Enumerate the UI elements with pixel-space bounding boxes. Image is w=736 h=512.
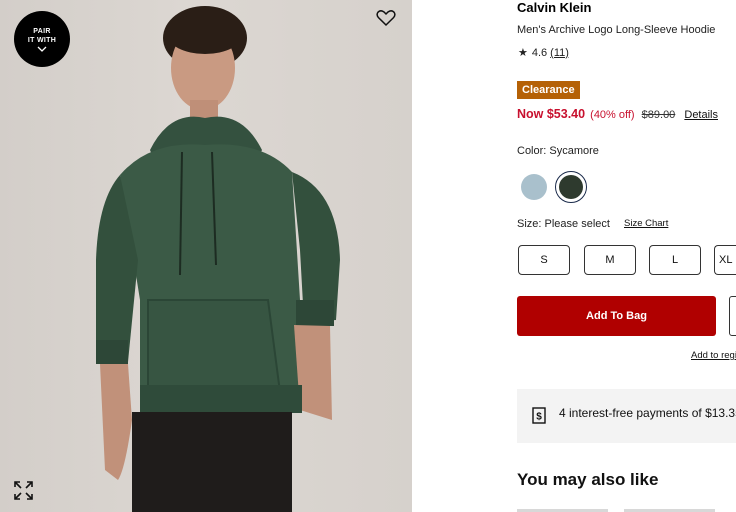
size-option-s[interactable]: S — [518, 245, 570, 275]
recommendations-heading: You may also like — [517, 470, 659, 489]
price-row: Now $53.40 (40% off) $89.00 Details — [517, 107, 718, 121]
rating-value: 4.6 — [531, 46, 548, 59]
price-details-link[interactable]: Details — [684, 109, 718, 121]
add-to-registry-link[interactable]: Add to registry — [691, 350, 736, 361]
star-icon: ★ — [518, 47, 528, 59]
wishlist-button[interactable] — [729, 296, 736, 336]
product-image[interactable]: PAIR IT WITH — [0, 0, 412, 512]
discount-percent: (40% off) — [590, 109, 635, 121]
chevron-down-icon — [37, 46, 47, 52]
model-illustration — [96, 6, 340, 512]
installment-text: 4 interest-free payments of $13.35 — [559, 406, 736, 420]
product-title: Men's Archive Logo Long-Sleeve Hoodie — [517, 24, 716, 36]
brand-name[interactable]: Calvin Klein — [517, 0, 591, 15]
color-swatch-sycamore[interactable] — [559, 175, 583, 199]
product-rating[interactable]: ★ 4.6 (11) — [518, 46, 569, 60]
review-count-link[interactable]: (11) — [550, 47, 569, 59]
heart-icon[interactable] — [376, 9, 396, 27]
size-option-l[interactable]: L — [649, 245, 701, 275]
size-option-xl[interactable]: XL — [714, 245, 736, 275]
color-label: Color: Sycamore — [517, 145, 599, 157]
expand-icon[interactable] — [14, 481, 33, 500]
original-price: $89.00 — [641, 109, 676, 121]
dollar-sign-icon: $ — [532, 407, 546, 424]
size-chart-link[interactable]: Size Chart — [624, 218, 668, 229]
sale-price: Now $53.40 — [517, 107, 586, 121]
color-swatch-light-blue[interactable] — [521, 174, 547, 200]
size-option-m[interactable]: M — [584, 245, 636, 275]
size-label: Size: Please select — [517, 218, 610, 230]
add-to-bag-button[interactable]: Add To Bag — [517, 296, 716, 336]
pair-badge-line1: PAIR — [33, 28, 51, 35]
pair-it-with-button[interactable]: PAIR IT WITH — [14, 11, 70, 67]
clearance-badge: Clearance — [517, 81, 580, 99]
svg-text:$: $ — [536, 412, 542, 423]
pair-badge-line2: IT WITH — [27, 37, 57, 44]
